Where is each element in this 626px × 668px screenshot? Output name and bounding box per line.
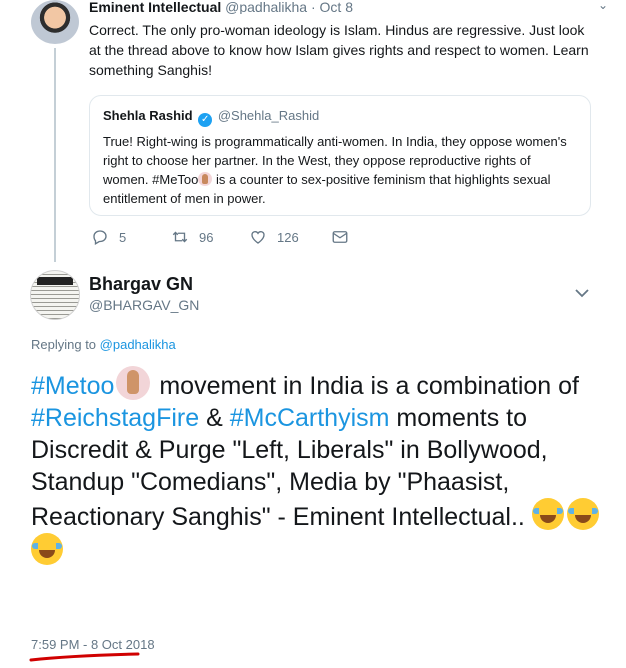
main-author-handle[interactable]: @BHARGAV_GN: [89, 296, 199, 314]
parent-author-handle[interactable]: @padhalikha: [225, 0, 307, 14]
like-button[interactable]: 126: [249, 228, 299, 246]
tears-of-joy-emoji: [566, 498, 599, 530]
chevron-down-icon[interactable]: ⌄: [598, 0, 608, 12]
tears-of-joy-emoji: [531, 498, 564, 530]
replying-to-line: Replying to @padhalikha: [31, 337, 176, 353]
like-icon: [251, 231, 265, 244]
parent-tweet-header: Eminent Intellectual @padhalikha · Oct 8: [89, 0, 604, 14]
retweet-icon: [172, 231, 188, 243]
retweet-count: 96: [199, 229, 214, 245]
parent-tweet-text: Correct. The only pro-woman ideology is …: [89, 22, 589, 78]
hashtag-metoo[interactable]: #Metoo: [31, 372, 114, 400]
verified-badge-icon: ✓: [198, 113, 213, 127]
avatar-eminent-intellectual[interactable]: [31, 0, 79, 44]
main-author-name[interactable]: Bhargav GN: [89, 274, 193, 294]
avatar-bhargav-gn[interactable]: [30, 270, 80, 320]
quoted-author-name: Shehla Rashid: [103, 108, 193, 123]
header-separator: ·: [310, 0, 316, 14]
quoted-tweet-header: Shehla Rashid ✓ @Shehla_Rashid: [103, 108, 578, 127]
parent-tweet: Eminent Intellectual @padhalikha · Oct 8…: [89, 0, 608, 80]
direct-message-icon: [332, 231, 348, 243]
replying-to-handle-link[interactable]: @padhalikha: [100, 337, 176, 352]
body-part-2: &: [199, 404, 230, 432]
main-tweet-text: #Metoo movement in India is a combinatio…: [31, 366, 616, 568]
parent-author-name[interactable]: Eminent Intellectual: [89, 0, 221, 14]
quoted-author-handle: @Shehla_Rashid: [217, 108, 320, 123]
chevron-down-icon[interactable]: [574, 286, 590, 300]
reply-count: 5: [119, 229, 127, 245]
replying-to-label: Replying to: [31, 337, 97, 352]
raised-hand-emoji: [116, 366, 151, 400]
direct-message-button[interactable]: [331, 228, 359, 246]
retweet-button[interactable]: 96: [171, 228, 213, 246]
quoted-tweet-text: True! Right-wing is programmatically ant…: [103, 132, 578, 208]
body-part-1: movement in India is a combination of: [152, 372, 580, 400]
raised-hand-emoji: [198, 172, 213, 186]
quoted-tweet-card[interactable]: Shehla Rashid ✓ @Shehla_Rashid True! Rig…: [89, 95, 591, 216]
hashtag-reichstagfire[interactable]: #ReichstagFire: [31, 404, 199, 432]
parent-tweet-date[interactable]: Oct 8: [320, 0, 353, 14]
tears-of-joy-emoji: [31, 533, 63, 565]
reply-icon: [93, 230, 107, 245]
thread-connector-line: [54, 48, 56, 262]
red-underline-annotation: [29, 652, 140, 662]
hashtag-mccarthyism[interactable]: #McCarthyism: [230, 404, 390, 432]
reply-button[interactable]: 5: [91, 228, 126, 246]
like-count: 126: [277, 229, 299, 245]
